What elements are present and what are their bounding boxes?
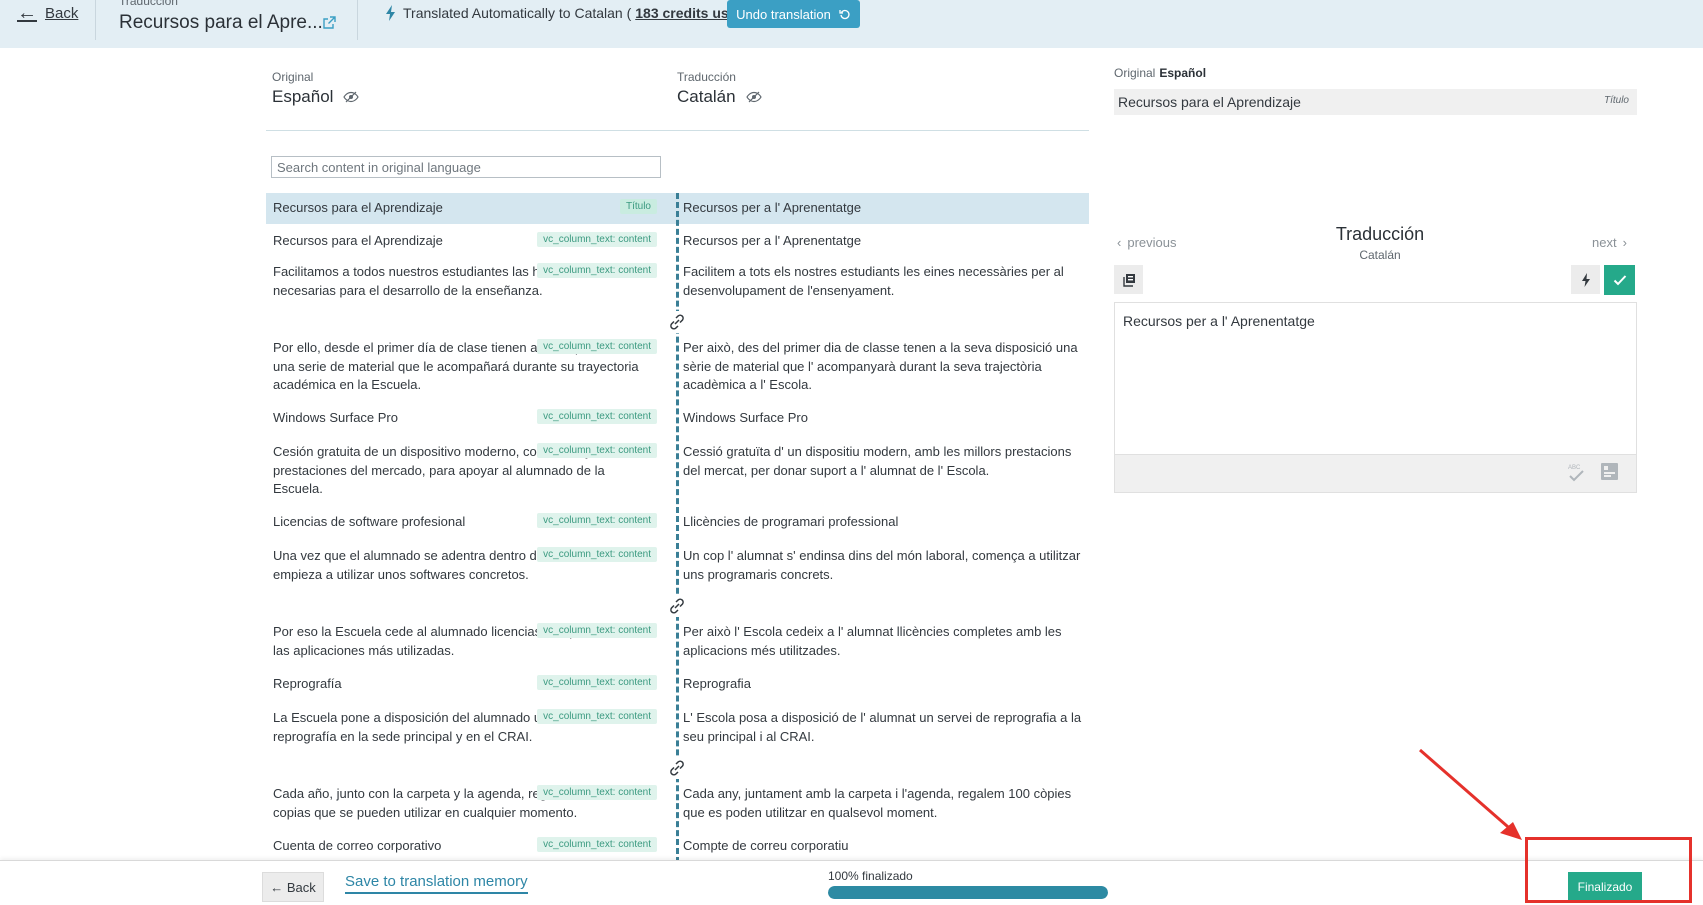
next-segment-button[interactable]: next › xyxy=(1592,235,1627,250)
search-input[interactable] xyxy=(271,156,661,178)
segment-translation: Per això, des del primer dia de classe t… xyxy=(683,340,1078,392)
editor-toolbar xyxy=(1114,454,1637,493)
divider xyxy=(357,0,358,40)
chevron-left-icon: ‹ xyxy=(1117,235,1122,250)
segment-tag: vc_column_text: content xyxy=(537,513,657,528)
undo-icon xyxy=(839,9,850,20)
annotation-box xyxy=(1525,837,1692,903)
segment-translation: Facilitem a tots els nostres estudiants … xyxy=(683,264,1064,298)
translation-memory-icon[interactable] xyxy=(1601,463,1618,480)
arrow-left-icon: ← xyxy=(17,2,37,24)
editor-original-lang: Español xyxy=(1159,66,1207,80)
next-label: next xyxy=(1592,235,1617,250)
back-button[interactable]: ← Back xyxy=(262,872,324,902)
progress-bar-fill xyxy=(828,886,1108,899)
previous-label: previous xyxy=(1127,235,1177,250)
checkmark-icon xyxy=(1613,275,1626,286)
external-link-icon[interactable] xyxy=(322,16,336,30)
segment-tag: vc_column_text: content xyxy=(537,232,657,247)
auto-translation-prefix: Translated Automatically to Catalan ( xyxy=(403,5,632,21)
link-icon[interactable] xyxy=(666,757,688,779)
editor-original-label: Original Español xyxy=(1114,66,1206,80)
editor-title: Traducción xyxy=(1335,224,1425,244)
segment-translation: Reprografia xyxy=(683,676,751,691)
segment-tag: vc_column_text: content xyxy=(537,263,657,278)
divider xyxy=(95,0,96,40)
editor-original-label-text: Original xyxy=(1114,66,1156,80)
segment-tag: vc_column_text: content xyxy=(537,547,657,562)
chevron-right-icon: › xyxy=(1622,235,1627,250)
lightning-icon xyxy=(1581,272,1590,287)
translation-editor[interactable]: Recursos per a l' Aprenentatge xyxy=(1114,302,1637,454)
undo-translation-button[interactable]: Undo translation xyxy=(727,0,860,28)
previous-segment-button[interactable]: ‹ previous xyxy=(1117,235,1176,250)
segment-translation: Llicències de programari professional xyxy=(683,514,899,529)
segment-tag: vc_column_text: content xyxy=(537,709,657,724)
page-subtitle: Traducción xyxy=(119,0,178,8)
auto-translation-info: Translated Automatically to Catalan (183… xyxy=(383,4,754,22)
segment-tag: vc_column_text: content xyxy=(537,409,657,424)
original-language-name: Español xyxy=(272,87,334,106)
eye-slash-icon[interactable] xyxy=(745,91,762,103)
segment-tag: vc_column_text: content xyxy=(537,443,657,458)
bottom-bar: ← Back Save to translation memory 100% f… xyxy=(0,860,1703,905)
translation-language-header: Traducción Catalán xyxy=(677,70,762,107)
undo-translation-label: Undo translation xyxy=(736,6,831,22)
editor-subtitle: Catalán xyxy=(1359,248,1401,262)
lightning-icon xyxy=(386,5,395,21)
eye-slash-icon[interactable] xyxy=(343,91,360,103)
back-link[interactable]: ← Back xyxy=(17,2,79,24)
segment-translation: Un cop l' alumnat s' endinsa dins del mó… xyxy=(683,548,1081,582)
segment-tag: vc_column_text: content xyxy=(537,623,657,638)
svg-text:ABC: ABC xyxy=(1568,465,1581,471)
divider xyxy=(266,130,1089,131)
segment-translation: Recursos per a l' Aprenentatge xyxy=(683,233,862,248)
segment-tag: vc_column_text: content xyxy=(537,339,657,354)
link-icon[interactable] xyxy=(666,595,688,617)
segment-translation: Cessió gratuïta d' un dispositiu modern,… xyxy=(683,444,1072,478)
segment-translation: Per això l' Escola cedeix a l' alumnat l… xyxy=(683,624,1062,658)
segment-translation: Compte de correu corporatiu xyxy=(683,838,849,853)
translation-label: Traducción xyxy=(677,70,736,84)
machine-translate-button[interactable] xyxy=(1571,265,1600,294)
progress-bar xyxy=(828,886,1108,899)
complete-segment-button[interactable] xyxy=(1604,265,1635,295)
translation-language-name: Catalán xyxy=(677,87,736,106)
segment-translation: Windows Surface Pro xyxy=(683,410,808,425)
page-title: Recursos para el Apre... xyxy=(119,12,323,33)
segment-tag: vc_column_text: content xyxy=(537,785,657,800)
spellcheck-icon[interactable]: ABC xyxy=(1566,462,1586,484)
back-link-label: Back xyxy=(45,4,79,22)
back-button-label: Back xyxy=(286,879,316,895)
segment-original: Recursos para el Aprendizaje xyxy=(273,200,443,215)
segment-tag: vc_column_text: content xyxy=(537,837,657,852)
editor-original-text: Recursos para el Aprendizaje Título xyxy=(1114,89,1637,115)
segment-tag: vc_column_text: content xyxy=(537,675,657,690)
translation-editor-text: Recursos per a l' Aprenentatge xyxy=(1123,313,1315,329)
segment-translation: Recursos per a l' Aprenentatge xyxy=(683,200,862,215)
original-language-header: Original Español xyxy=(272,70,360,107)
annotation-arrow xyxy=(1419,748,1522,840)
save-to-translation-memory-link[interactable]: Save to translation memory xyxy=(345,873,528,894)
arrow-left-icon: ← xyxy=(270,879,284,895)
segment-translation: Cada any, juntament amb la carpeta i l'a… xyxy=(683,786,1072,820)
link-icon[interactable] xyxy=(666,311,688,333)
original-label: Original xyxy=(272,70,314,84)
editor-original-text-value: Recursos para el Aprendizaje xyxy=(1118,94,1301,110)
copy-icon xyxy=(1122,273,1135,287)
progress-label: 100% finalizado xyxy=(828,869,913,883)
top-bar: ← Back Traducción Recursos para el Apre.… xyxy=(0,0,1703,48)
segment-translation: L' Escola posa a disposició de l' alumna… xyxy=(683,710,1082,744)
segment-tag: Título xyxy=(619,199,657,214)
editor-original-tag: Título xyxy=(1603,95,1629,106)
copy-original-button[interactable] xyxy=(1114,265,1143,294)
